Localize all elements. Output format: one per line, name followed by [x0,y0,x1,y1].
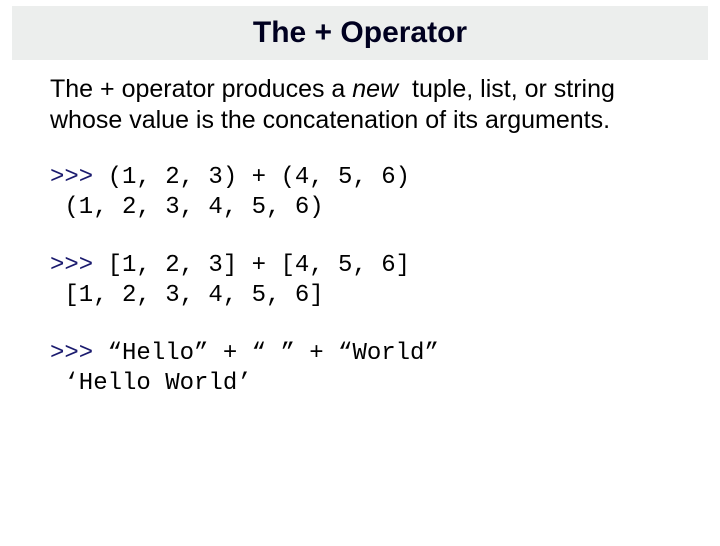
intro-paragraph: The + operator produces a new tuple, lis… [50,74,670,135]
code-example-2: >>> [1, 2, 3] + [4, 5, 6] [1, 2, 3, 4, 5… [50,251,670,311]
prompt: >>> [50,164,108,191]
code-output: (1, 2, 3, 4, 5, 6) [50,193,670,223]
code-input-line: >>> “Hello” + “ ” + “World” [50,339,670,369]
intro-seg-1-italic: new [352,75,398,103]
code-input: [1, 2, 3] + [4, 5, 6] [108,252,410,279]
code-output: [1, 2, 3, 4, 5, 6] [50,281,670,311]
code-input-line: >>> [1, 2, 3] + [4, 5, 6] [50,251,670,281]
intro-seg-0: The + operator produces a [50,75,352,103]
prompt: >>> [50,340,108,367]
code-input: “Hello” + “ ” + “World” [108,340,439,367]
slide-body: The + operator produces a new tuple, lis… [0,60,720,399]
prompt: >>> [50,252,108,279]
code-input: (1, 2, 3) + (4, 5, 6) [108,164,410,191]
code-output: ‘Hello World’ [50,369,670,399]
title-bar: The + Operator [12,6,708,60]
code-example-3: >>> “Hello” + “ ” + “World” ‘Hello World… [50,339,670,399]
code-input-line: >>> (1, 2, 3) + (4, 5, 6) [50,163,670,193]
slide-title: The + Operator [12,16,708,50]
slide: The + Operator The + operator produces a… [0,6,720,546]
code-example-1: >>> (1, 2, 3) + (4, 5, 6) (1, 2, 3, 4, 5… [50,163,670,223]
